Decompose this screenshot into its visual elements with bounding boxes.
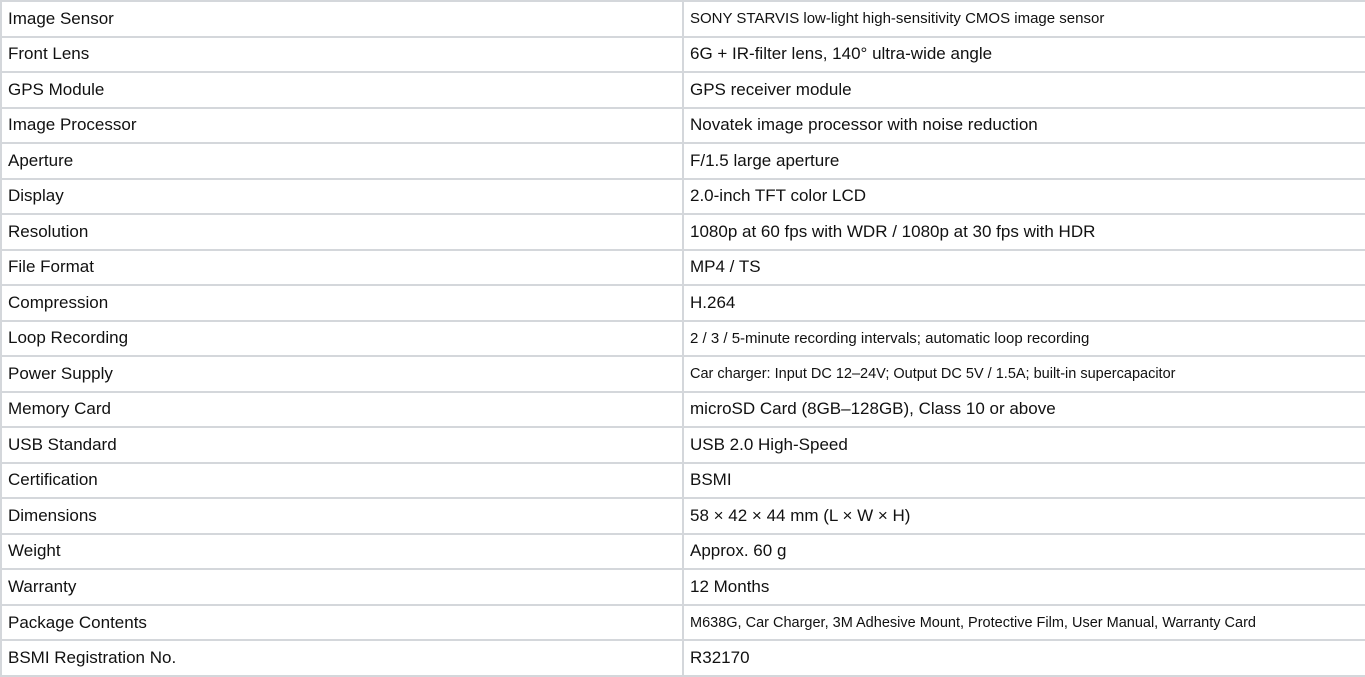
spec-label: BSMI Registration No. xyxy=(0,639,684,677)
spec-label: Compression xyxy=(0,284,684,322)
spec-label: Display xyxy=(0,177,684,216)
spec-value: 12 Months xyxy=(682,568,1365,606)
table-row: Image Processor Novatek image processor … xyxy=(0,106,1365,145)
table-row: Certification BSMI xyxy=(0,461,1365,500)
spec-value: MP4 / TS xyxy=(682,248,1365,287)
spec-value: Car charger: Input DC 12–24V; Output DC … xyxy=(682,355,1365,393)
spec-value: 6G + IR-filter lens, 140° ultra-wide ang… xyxy=(682,35,1365,74)
table-row: Image Sensor SONY STARVIS low-light high… xyxy=(0,0,1365,38)
table-row: GPS Module GPS receiver module xyxy=(0,71,1365,109)
spec-label: Loop Recording xyxy=(0,319,684,358)
spec-value: 2 / 3 / 5-minute recording intervals; au… xyxy=(682,319,1365,358)
spec-label: USB Standard xyxy=(0,426,684,464)
spec-label: Image Processor xyxy=(0,106,684,145)
spec-label: Power Supply xyxy=(0,355,684,393)
table-row: USB Standard USB 2.0 High-Speed xyxy=(0,426,1365,464)
spec-value: F/1.5 large aperture xyxy=(682,142,1365,180)
spec-value: H.264 xyxy=(682,284,1365,322)
spec-value: M638G, Car Charger, 3M Adhesive Mount, P… xyxy=(682,603,1365,642)
table-row: Loop Recording 2 / 3 / 5-minute recordin… xyxy=(0,319,1365,358)
spec-label: Front Lens xyxy=(0,35,684,74)
table-row: Dimensions 58 × 42 × 44 mm (L × W × H) xyxy=(0,497,1365,535)
spec-value: 2.0-inch TFT color LCD xyxy=(682,177,1365,216)
table-row: Front Lens 6G + IR-filter lens, 140° ult… xyxy=(0,35,1365,74)
table-row: Compression H.264 xyxy=(0,284,1365,322)
table-row: Weight Approx. 60 g xyxy=(0,532,1365,571)
spec-value: Novatek image processor with noise reduc… xyxy=(682,106,1365,145)
spec-label: Image Sensor xyxy=(0,0,684,38)
spec-value: SONY STARVIS low-light high-sensitivity … xyxy=(682,0,1365,38)
spec-label: Weight xyxy=(0,532,684,571)
spec-value: Approx. 60 g xyxy=(682,532,1365,571)
spec-value: USB 2.0 High-Speed xyxy=(682,426,1365,464)
spec-label: Certification xyxy=(0,461,684,500)
table-row: Memory Card microSD Card (8GB–128GB), Cl… xyxy=(0,390,1365,429)
spec-value: R32170 xyxy=(682,639,1365,677)
spec-value: 1080p at 60 fps with WDR / 1080p at 30 f… xyxy=(682,213,1365,251)
spec-label: GPS Module xyxy=(0,71,684,109)
spec-value: BSMI xyxy=(682,461,1365,500)
table-row: Package Contents M638G, Car Charger, 3M … xyxy=(0,603,1365,642)
spec-label: Dimensions xyxy=(0,497,684,535)
table-row: BSMI Registration No. R32170 xyxy=(0,639,1365,677)
spec-label: File Format xyxy=(0,248,684,287)
spec-table: Image Sensor SONY STARVIS low-light high… xyxy=(0,0,1365,677)
spec-label: Warranty xyxy=(0,568,684,606)
table-row: Warranty 12 Months xyxy=(0,568,1365,606)
spec-label: Memory Card xyxy=(0,390,684,429)
table-row: Resolution 1080p at 60 fps with WDR / 10… xyxy=(0,213,1365,251)
table-row: Aperture F/1.5 large aperture xyxy=(0,142,1365,180)
spec-value: 58 × 42 × 44 mm (L × W × H) xyxy=(682,497,1365,535)
spec-value: GPS receiver module xyxy=(682,71,1365,109)
table-row: File Format MP4 / TS xyxy=(0,248,1365,287)
spec-label: Package Contents xyxy=(0,603,684,642)
spec-value: microSD Card (8GB–128GB), Class 10 or ab… xyxy=(682,390,1365,429)
table-row: Display 2.0-inch TFT color LCD xyxy=(0,177,1365,216)
spec-label: Resolution xyxy=(0,213,684,251)
spec-label: Aperture xyxy=(0,142,684,180)
table-row: Power Supply Car charger: Input DC 12–24… xyxy=(0,355,1365,393)
spec-table-body: Image Sensor SONY STARVIS low-light high… xyxy=(0,0,1365,677)
